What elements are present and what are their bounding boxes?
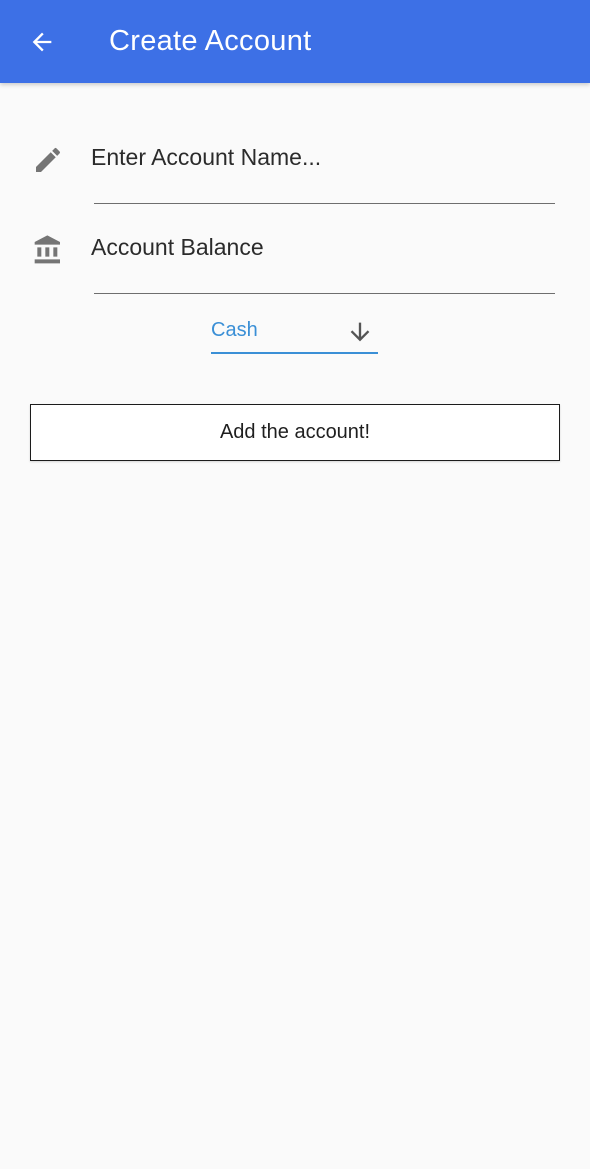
arrow-down-icon	[350, 322, 370, 342]
account-name-row	[0, 130, 590, 190]
account-balance-row	[0, 220, 590, 280]
back-button[interactable]	[22, 22, 62, 62]
dropdown-underline	[211, 352, 378, 354]
add-account-button[interactable]: Add the account!	[30, 404, 560, 461]
bank-icon	[30, 232, 66, 268]
account-name-input[interactable]	[91, 144, 554, 171]
page-title: Create Account	[109, 25, 312, 57]
account-type-dropdown[interactable]: Cash	[211, 312, 378, 354]
pencil-icon	[30, 142, 66, 178]
account-name-underline	[94, 203, 555, 204]
app-bar: Create Account	[0, 0, 590, 83]
account-balance-input[interactable]	[91, 234, 554, 261]
account-type-value: Cash	[211, 319, 258, 341]
arrow-left-icon	[32, 32, 52, 52]
account-balance-underline	[94, 293, 555, 294]
